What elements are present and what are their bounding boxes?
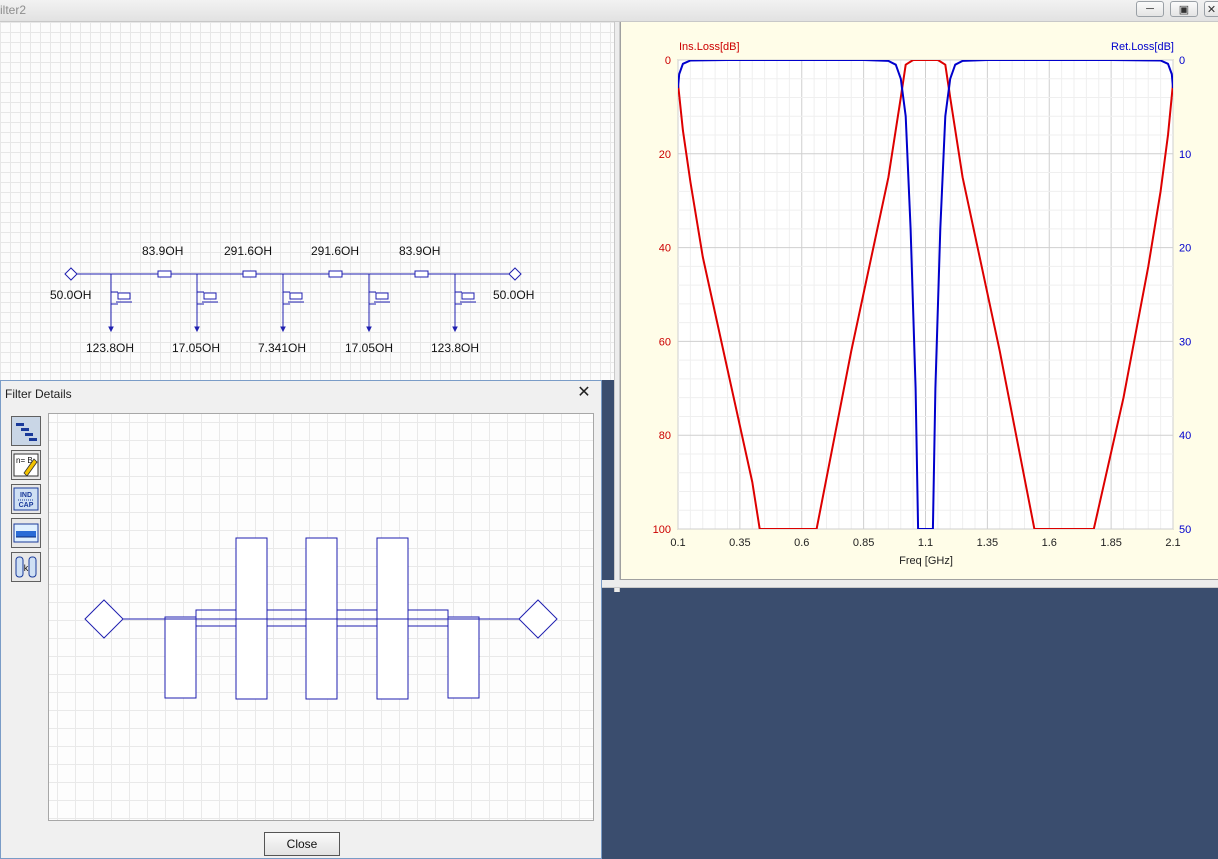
y-tick-label-right: 0 <box>1179 55 1185 67</box>
right-port-icon <box>508 267 522 281</box>
series-label-4: 83.9OH <box>399 244 441 258</box>
response-icon <box>13 523 39 543</box>
shunt-stub-1 <box>108 274 132 333</box>
panel-bottom-border <box>600 580 1218 588</box>
layout-left-port-icon <box>84 599 124 639</box>
layout-icon <box>16 423 37 441</box>
ind-cap-icon: IND CAP <box>13 487 39 511</box>
series-element-2 <box>242 270 257 278</box>
y-tick-label-right: 40 <box>1179 430 1191 442</box>
series-element-1 <box>157 270 172 278</box>
y-tick-label-left: 20 <box>659 149 671 161</box>
coupling-line-4 <box>407 609 449 627</box>
filter-details-dialog: Filter Details ✕ n= B IND CAP k Close <box>0 380 602 859</box>
x-tick-label: 1.35 <box>977 537 998 549</box>
shunt-stub-2 <box>194 274 218 333</box>
svg-text:IND: IND <box>20 492 32 499</box>
window-title: ilter2 <box>0 3 27 17</box>
coupling-line-3 <box>336 609 378 627</box>
y-tick-label-right: 20 <box>1179 243 1191 255</box>
coupling-tool-button[interactable]: k <box>11 552 41 582</box>
restore-icon: ▣ <box>1178 3 1190 16</box>
svg-text:CAP: CAP <box>19 502 34 509</box>
y-tick-label-right: 10 <box>1179 149 1191 161</box>
shunt-stub-4 <box>366 274 390 333</box>
layout-tool-button[interactable] <box>11 416 41 446</box>
y-tick-label-right: 30 <box>1179 336 1191 348</box>
right-axis-label: Ret.Loss[dB] <box>1111 41 1174 53</box>
coupling-line-1 <box>195 609 237 627</box>
right-port-label: 50.0OH <box>493 288 535 302</box>
layout-right-port-icon <box>518 599 558 639</box>
close-icon: ✕ <box>1206 3 1217 16</box>
filter-layout-drawing <box>84 537 558 700</box>
y-tick-label-left: 60 <box>659 336 671 348</box>
series-label-1: 83.9OH <box>142 244 184 258</box>
y-tick-label-left: 100 <box>653 524 671 536</box>
dialog-title: Filter Details <box>5 387 72 401</box>
shunt-label-5: 123.8OH <box>431 341 480 355</box>
close-button[interactable]: Close <box>264 832 340 856</box>
coupling-icon: k <box>15 556 37 578</box>
edit-tool-button[interactable]: n= B <box>11 450 41 480</box>
x-tick-label: 0.85 <box>853 537 874 549</box>
left-port-icon <box>64 267 78 281</box>
resonator-5 <box>447 616 480 699</box>
x-axis-label: Freq [GHz] <box>899 555 953 567</box>
shunt-stub-3 <box>280 274 304 333</box>
schematic-drawing <box>64 267 522 333</box>
coupling-line-2 <box>266 609 307 627</box>
shunt-label-2: 17.05OH <box>172 341 221 355</box>
series-element-4 <box>414 270 429 278</box>
shunt-label-1: 123.8OH <box>86 341 135 355</box>
svg-text:k: k <box>24 563 29 573</box>
edit-pencil-icon: n= B <box>13 453 39 477</box>
minimize-icon: ─ <box>1146 3 1154 15</box>
response-chart: Ins.Loss[dB] Ret.Loss[dB] Freq [GHz] 0.1… <box>653 41 1192 567</box>
y-tick-label-left: 40 <box>659 243 671 255</box>
x-tick-label: 2.1 <box>1165 537 1180 549</box>
series-element-3 <box>328 270 343 278</box>
shunt-label-3: 7.341OH <box>258 341 307 355</box>
series-label-3: 291.6OH <box>311 244 360 258</box>
ind-cap-tool-button[interactable]: IND CAP <box>11 484 41 514</box>
svg-text:n= B: n= B <box>16 456 33 465</box>
response-plot-panel: Ins.Loss[dB] Ret.Loss[dB] Freq [GHz] 0.1… <box>620 22 1218 580</box>
y-tick-label-right: 50 <box>1179 524 1191 536</box>
schematic-canvas[interactable]: 83.9OH 291.6OH 291.6OH 83.9OH 50.0OH 50.… <box>0 22 614 380</box>
y-tick-label-left: 0 <box>665 55 671 67</box>
x-tick-label: 1.1 <box>918 537 933 549</box>
shunt-label-4: 17.05OH <box>345 341 394 355</box>
x-tick-label: 0.1 <box>670 537 685 549</box>
resonator-1 <box>164 616 197 699</box>
left-axis-label: Ins.Loss[dB] <box>679 41 740 53</box>
y-tick-label-left: 80 <box>659 430 671 442</box>
main-title-bar: ilter2 ─ ▣ ✕ <box>0 0 1218 22</box>
dialog-close-icon[interactable]: ✕ <box>575 384 593 402</box>
filter-layout-canvas[interactable] <box>48 413 594 821</box>
response-tool-button[interactable] <box>11 518 41 548</box>
x-tick-label: 0.6 <box>794 537 809 549</box>
x-tick-label: 1.85 <box>1100 537 1121 549</box>
x-tick-label: 1.6 <box>1042 537 1057 549</box>
left-port-label: 50.0OH <box>50 288 92 302</box>
series-label-2: 291.6OH <box>224 244 273 258</box>
minimize-button[interactable]: ─ <box>1136 1 1164 17</box>
shunt-stub-5 <box>452 274 476 333</box>
maximize-button[interactable]: ▣ <box>1170 1 1198 17</box>
x-tick-label: 0.35 <box>729 537 750 549</box>
close-window-button[interactable]: ✕ <box>1204 1 1218 17</box>
